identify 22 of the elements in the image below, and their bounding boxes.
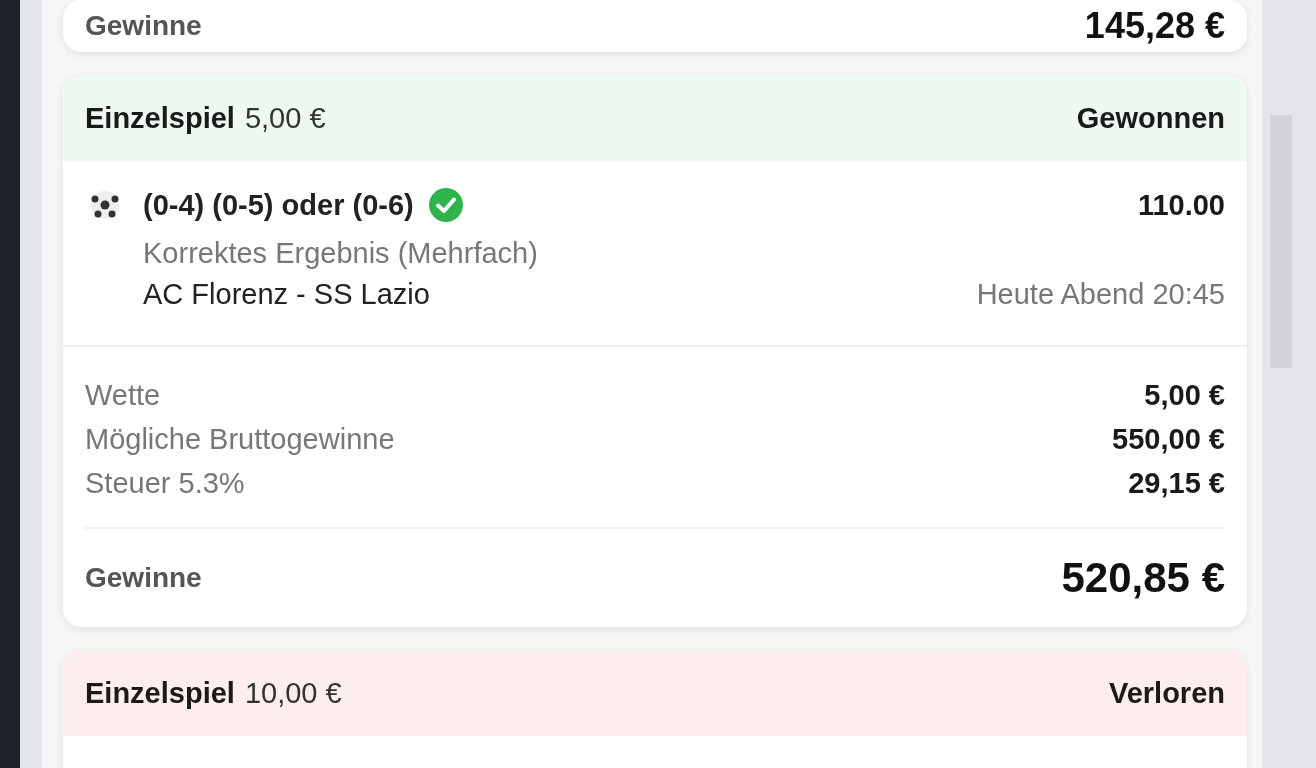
bet-status: Gewonnen bbox=[1076, 102, 1225, 135]
selection-pick: (0-4) (0-5) oder (0-6) bbox=[143, 188, 414, 222]
bet-type: Einzelspiel bbox=[85, 102, 235, 135]
total-label: Gewinne bbox=[85, 562, 202, 594]
event-time: Heute Abend 20:45 bbox=[976, 278, 1225, 311]
detail-label: Steuer 5.3% bbox=[85, 466, 245, 500]
detail-value: 29,15 € bbox=[1128, 466, 1225, 500]
event-name: AC Florenz - SS Lazio bbox=[143, 278, 430, 311]
bet-stake: 5,00 € bbox=[244, 102, 326, 135]
bet-type: Einzelspiel bbox=[85, 677, 235, 710]
detail-label: Wette bbox=[85, 378, 161, 412]
bet-stake: 10,00 € bbox=[244, 677, 342, 710]
total-label: Gewinne bbox=[85, 10, 202, 42]
football-icon bbox=[89, 189, 121, 221]
market-name: Korrektes Ergebnis (Mehrfach) bbox=[143, 237, 539, 270]
detail-value: 5,00 € bbox=[1144, 378, 1225, 412]
detail-value: 550,00 € bbox=[1112, 422, 1225, 456]
total-amount: 520,85 € bbox=[1061, 554, 1225, 602]
total-amount: 145,28 € bbox=[1084, 5, 1225, 47]
odds: 110.00 bbox=[1137, 188, 1225, 222]
bet-status: Verloren bbox=[1108, 677, 1225, 710]
detail-label: Mögliche Bruttogewinne bbox=[85, 422, 395, 456]
